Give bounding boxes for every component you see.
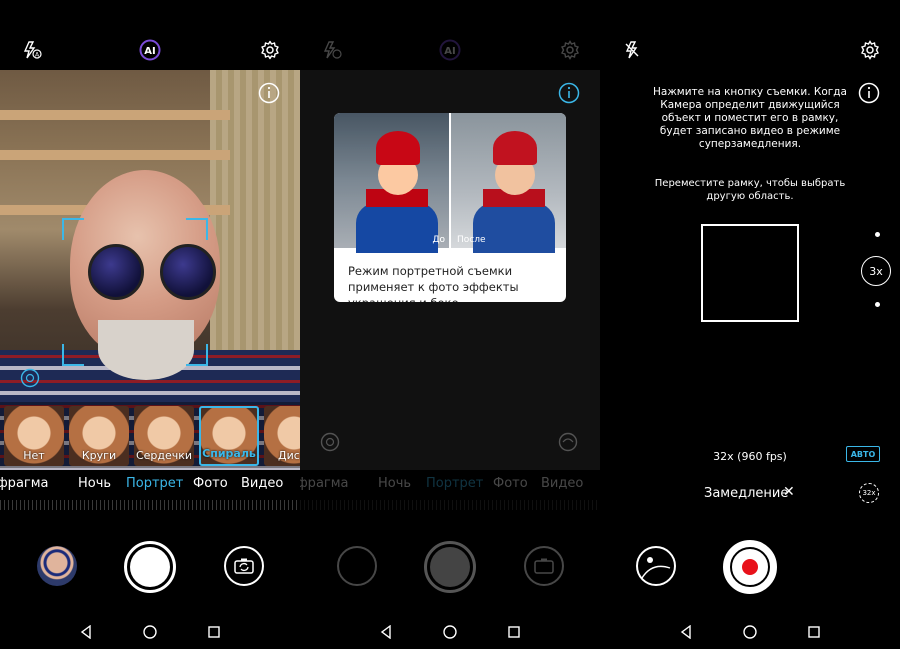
mode-aperture[interactable]: Диафрагма bbox=[0, 476, 49, 491]
settings-gear-icon[interactable] bbox=[858, 38, 882, 62]
speed-badge[interactable]: 32x bbox=[859, 483, 879, 503]
auto-badge[interactable]: АВТО bbox=[846, 446, 880, 462]
recents-icon[interactable] bbox=[502, 620, 526, 644]
gallery-thumbnail[interactable] bbox=[37, 546, 77, 586]
mode-selector: Диафрагма Ночь Портрет Фото Видео bbox=[300, 476, 600, 498]
detection-frame[interactable] bbox=[701, 224, 799, 322]
home-icon[interactable] bbox=[138, 620, 162, 644]
filter-disc[interactable]: Диск bbox=[264, 406, 300, 466]
filter-label: Спираль bbox=[202, 447, 256, 460]
portrait-tooltip-card: До После Режим портретной съемки применя… bbox=[334, 113, 566, 302]
frame-hint: Переместите рамку, чтобы выбрать другую … bbox=[654, 178, 846, 202]
ai-icon[interactable]: AI bbox=[438, 38, 462, 62]
record-button[interactable] bbox=[723, 540, 777, 594]
mode-night[interactable]: Ночь bbox=[78, 476, 111, 491]
aperture-adjust-icon[interactable] bbox=[20, 368, 40, 392]
before-image: До bbox=[334, 113, 449, 253]
mode-selector: Диафрагма Ночь Портрет Фото Видео bbox=[0, 476, 300, 498]
filter-circles[interactable]: Круги bbox=[69, 406, 129, 466]
switch-camera-icon[interactable] bbox=[224, 546, 264, 586]
shelf bbox=[0, 110, 230, 120]
recents-icon[interactable] bbox=[802, 620, 826, 644]
top-bar: AI bbox=[300, 0, 600, 70]
svg-text:AI: AI bbox=[144, 46, 155, 57]
recents-icon[interactable] bbox=[202, 620, 226, 644]
info-icon[interactable] bbox=[858, 82, 880, 108]
fps-label: 32x (960 fps) bbox=[713, 450, 787, 463]
system-nav-bar bbox=[300, 620, 600, 644]
aperture-adjust-icon[interactable] bbox=[320, 432, 340, 456]
mode-video[interactable]: Видео bbox=[541, 476, 583, 491]
beauty-icon[interactable] bbox=[558, 432, 578, 456]
home-icon[interactable] bbox=[438, 620, 462, 644]
mode-aperture[interactable]: Диафрагма bbox=[300, 476, 349, 491]
system-nav-bar bbox=[0, 620, 300, 644]
after-image: После bbox=[451, 113, 566, 253]
zoom-dot bbox=[875, 302, 880, 307]
shelf bbox=[0, 150, 230, 160]
flash-off-icon[interactable] bbox=[620, 38, 644, 62]
settings-gear-icon[interactable] bbox=[558, 38, 582, 62]
switch-camera-icon[interactable] bbox=[524, 546, 564, 586]
settings-gear-icon[interactable] bbox=[258, 38, 282, 62]
top-bar: A AI bbox=[0, 0, 300, 70]
info-icon[interactable] bbox=[558, 82, 580, 108]
filter-spiral[interactable]: Спираль bbox=[199, 406, 259, 466]
mode-photo[interactable]: Фото bbox=[193, 476, 228, 491]
gallery-thumbnail[interactable] bbox=[636, 546, 676, 586]
after-label: После bbox=[457, 235, 486, 245]
zoom-button[interactable]: 3x bbox=[861, 256, 891, 286]
gallery-thumbnail[interactable] bbox=[337, 546, 377, 586]
face-focus-frame bbox=[62, 218, 208, 366]
mode-photo[interactable]: Фото bbox=[493, 476, 528, 491]
mode-portrait[interactable]: Портрет bbox=[126, 476, 183, 491]
before-label: До bbox=[432, 235, 445, 245]
filter-label: Нет bbox=[23, 449, 45, 462]
zoom-ticks bbox=[300, 500, 600, 510]
filter-label: Круги bbox=[81, 449, 117, 462]
mode-night[interactable]: Ночь bbox=[378, 476, 411, 491]
shutter-button[interactable] bbox=[424, 541, 476, 593]
filter-label: Диск bbox=[278, 449, 300, 462]
bokeh-filter-strip: Нет Круги Сердечки Спираль Диск bbox=[0, 402, 300, 468]
back-icon[interactable] bbox=[374, 620, 398, 644]
portrait-camera-screen: A AI Нет Круги Сердечки Спираль Дис фраг… bbox=[0, 0, 300, 649]
ai-icon[interactable]: AI bbox=[138, 38, 162, 62]
info-icon[interactable] bbox=[258, 82, 280, 108]
svg-text:AI: AI bbox=[444, 46, 455, 57]
filter-hearts[interactable]: Сердечки bbox=[134, 406, 194, 466]
filter-label: Сердечки bbox=[135, 449, 193, 462]
slowmo-instructions: Нажмите на кнопку съемки. Когда Камера о… bbox=[653, 86, 847, 150]
close-slowmo-button[interactable]: ✕ bbox=[783, 484, 795, 500]
back-icon[interactable] bbox=[674, 620, 698, 644]
flash-auto-icon[interactable] bbox=[320, 38, 344, 62]
zoom-ticks bbox=[0, 500, 300, 510]
slowmo-label: Замедление bbox=[704, 486, 789, 501]
super-slowmo-screen: Нажмите на кнопку съемки. Когда Камера о… bbox=[600, 0, 900, 649]
system-nav-bar bbox=[600, 620, 900, 644]
shutter-button[interactable] bbox=[124, 541, 176, 593]
home-icon[interactable] bbox=[738, 620, 762, 644]
portrait-tutorial-screen: AI До После Режим портретной съемки прим… bbox=[300, 0, 600, 649]
zoom-dot bbox=[875, 232, 880, 237]
top-bar bbox=[600, 0, 900, 70]
mode-video[interactable]: Видео bbox=[241, 476, 283, 491]
filter-none[interactable]: Нет bbox=[4, 406, 64, 466]
mode-portrait[interactable]: Портрет bbox=[426, 476, 483, 491]
flash-auto-icon[interactable]: A bbox=[20, 38, 44, 62]
back-icon[interactable] bbox=[74, 620, 98, 644]
tooltip-description: Режим портретной съемки применяет к фото… bbox=[348, 264, 519, 302]
